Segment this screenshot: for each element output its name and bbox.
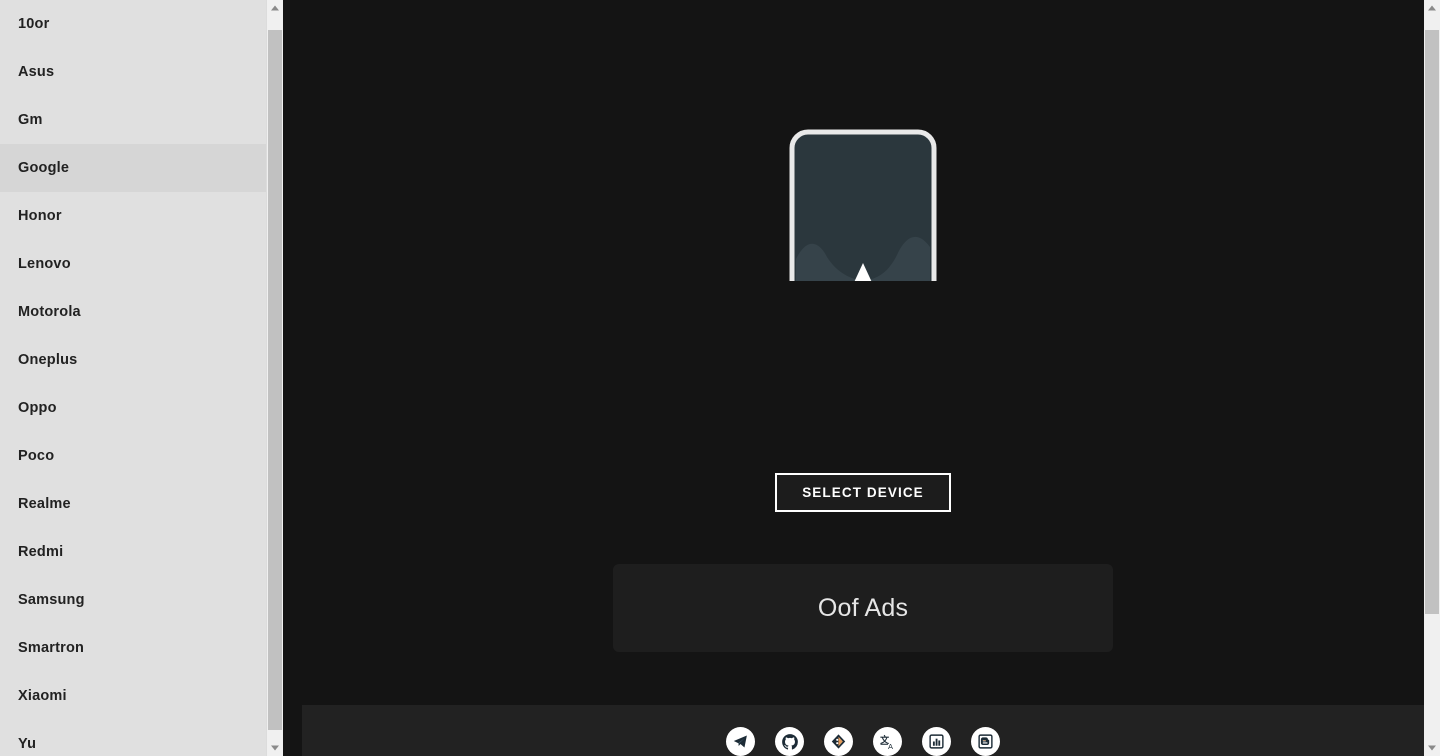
chevron-down-icon xyxy=(1428,745,1436,751)
sidebar-item-honor[interactable]: Honor xyxy=(0,192,283,240)
sidebar-item-label: Samsung xyxy=(18,592,85,608)
sidebar-scroll-up-button[interactable] xyxy=(267,0,283,16)
telegram-icon[interactable] xyxy=(726,727,755,756)
stats-icon[interactable] xyxy=(922,727,951,756)
translate-icon[interactable]: 文 A xyxy=(873,727,902,756)
sidebar-item-label: Asus xyxy=(18,64,55,80)
brand-list: 10or Asus Gm Google Honor Lenovo Motorola Onepl… xyxy=(0,0,283,756)
sidebar-item-lenovo[interactable]: Lenovo xyxy=(0,240,283,288)
sidebar-item-label: Poco xyxy=(18,448,55,464)
sidebar-item-xiaomi[interactable]: Xiaomi xyxy=(0,672,283,720)
sidebar-item-samsung[interactable]: Samsung xyxy=(0,576,283,624)
sidebar-item-asus[interactable]: Asus xyxy=(0,48,283,96)
gitlab-icon[interactable] xyxy=(824,727,853,756)
sidebar-scroll-down-button[interactable] xyxy=(267,740,283,756)
ads-banner[interactable]: Oof Ads xyxy=(613,564,1113,652)
phone-illustration xyxy=(789,129,937,281)
sidebar-item-label: Xiaomi xyxy=(18,688,67,704)
page-scroll-down-button[interactable] xyxy=(1424,740,1440,756)
blogger-icon[interactable] xyxy=(971,727,1000,756)
sidebar-item-label: Yu xyxy=(18,736,37,752)
sidebar-item-label: Smartron xyxy=(18,640,85,656)
chevron-up-icon xyxy=(1428,5,1436,11)
github-icon[interactable] xyxy=(775,727,804,756)
sidebar-item-10or[interactable]: 10or xyxy=(0,0,283,48)
content-area: SELECT DEVICE Oof Ads xyxy=(302,0,1424,705)
page-scrollbar-thumb[interactable] xyxy=(1425,30,1439,614)
sidebar-item-label: Honor xyxy=(18,208,62,224)
sidebar-item-smartron[interactable]: Smartron xyxy=(0,624,283,672)
sidebar-item-label: Gm xyxy=(18,112,43,128)
footer-social-bar: 文 A xyxy=(302,705,1424,756)
sidebar-item-label: Google xyxy=(18,160,70,176)
main-panel: SELECT DEVICE Oof Ads 文 A xyxy=(302,0,1424,756)
sidebar-item-label: Realme xyxy=(18,496,71,512)
sidebar-scrollbar[interactable] xyxy=(266,0,283,756)
ads-label: Oof Ads xyxy=(817,593,909,622)
sidebar-scrollbar-thumb[interactable] xyxy=(268,30,282,730)
page-scrollbar[interactable] xyxy=(1424,0,1440,756)
sidebar-item-gm[interactable]: Gm xyxy=(0,96,283,144)
chevron-down-icon xyxy=(271,745,279,751)
svg-text:A: A xyxy=(888,742,893,751)
sidebar-item-realme[interactable]: Realme xyxy=(0,480,283,528)
sidebar-item-redmi[interactable]: Redmi xyxy=(0,528,283,576)
chevron-up-icon xyxy=(271,5,279,11)
sidebar-item-google[interactable]: Google xyxy=(0,144,283,192)
sidebar-item-motorola[interactable]: Motorola xyxy=(0,288,283,336)
page-scroll-up-button[interactable] xyxy=(1424,0,1440,16)
sidebar-item-label: Lenovo xyxy=(18,256,71,272)
sidebar-item-label: Redmi xyxy=(18,544,64,560)
sidebar-item-oneplus[interactable]: Oneplus xyxy=(0,336,283,384)
select-device-button[interactable]: SELECT DEVICE xyxy=(775,473,951,512)
app-root: 10or Asus Gm Google Honor Lenovo Motorola Onepl… xyxy=(0,0,1440,756)
sidebar-item-poco[interactable]: Poco xyxy=(0,432,283,480)
sidebar-item-label: 10or xyxy=(18,16,50,32)
sidebar-item-yu[interactable]: Yu xyxy=(0,720,283,756)
sidebar-item-label: Motorola xyxy=(18,304,81,320)
brand-sidebar: 10or Asus Gm Google Honor Lenovo Motorola Onepl… xyxy=(0,0,283,756)
sidebar-item-label: Oppo xyxy=(18,400,57,416)
sidebar-item-label: Oneplus xyxy=(18,352,78,368)
sidebar-item-oppo[interactable]: Oppo xyxy=(0,384,283,432)
